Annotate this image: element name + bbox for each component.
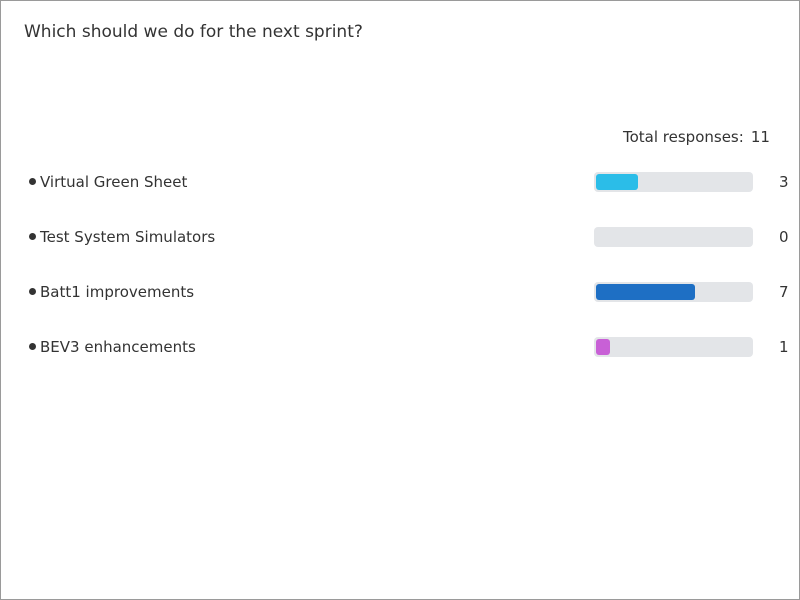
- option-label: BEV3 enhancements: [40, 338, 196, 356]
- total-responses: Total responses: 11: [623, 128, 770, 146]
- option-count: 0: [779, 228, 789, 246]
- option-bar-fill: [596, 339, 610, 355]
- poll-question: Which should we do for the next sprint?: [24, 22, 363, 42]
- option-count: 7: [779, 283, 789, 301]
- option-count: 1: [779, 338, 789, 356]
- bullet-icon: [29, 343, 36, 350]
- option-count: 3: [779, 173, 789, 191]
- poll-option: Virtual Green Sheet 3: [27, 172, 797, 192]
- poll-results-card: Which should we do for the next sprint? …: [0, 0, 800, 600]
- option-bar-track: [594, 337, 753, 357]
- bullet-icon: [29, 233, 36, 240]
- option-bar-track: [594, 227, 753, 247]
- bullet-icon: [29, 178, 36, 185]
- poll-option: BEV3 enhancements 1: [27, 337, 797, 357]
- bullet-icon: [29, 288, 36, 295]
- option-label: Test System Simulators: [40, 228, 216, 246]
- option-bar-track: [594, 282, 753, 302]
- option-label: Virtual Green Sheet: [40, 173, 188, 191]
- option-bar-track: [594, 172, 753, 192]
- poll-option: Batt1 improvements 7: [27, 282, 797, 302]
- option-bar-fill: [596, 174, 638, 190]
- total-responses-label: Total responses:: [623, 128, 744, 146]
- total-responses-count: 11: [750, 128, 770, 146]
- poll-option: Test System Simulators 0: [27, 227, 797, 247]
- option-label: Batt1 improvements: [40, 283, 195, 301]
- option-bar-fill: [596, 284, 695, 300]
